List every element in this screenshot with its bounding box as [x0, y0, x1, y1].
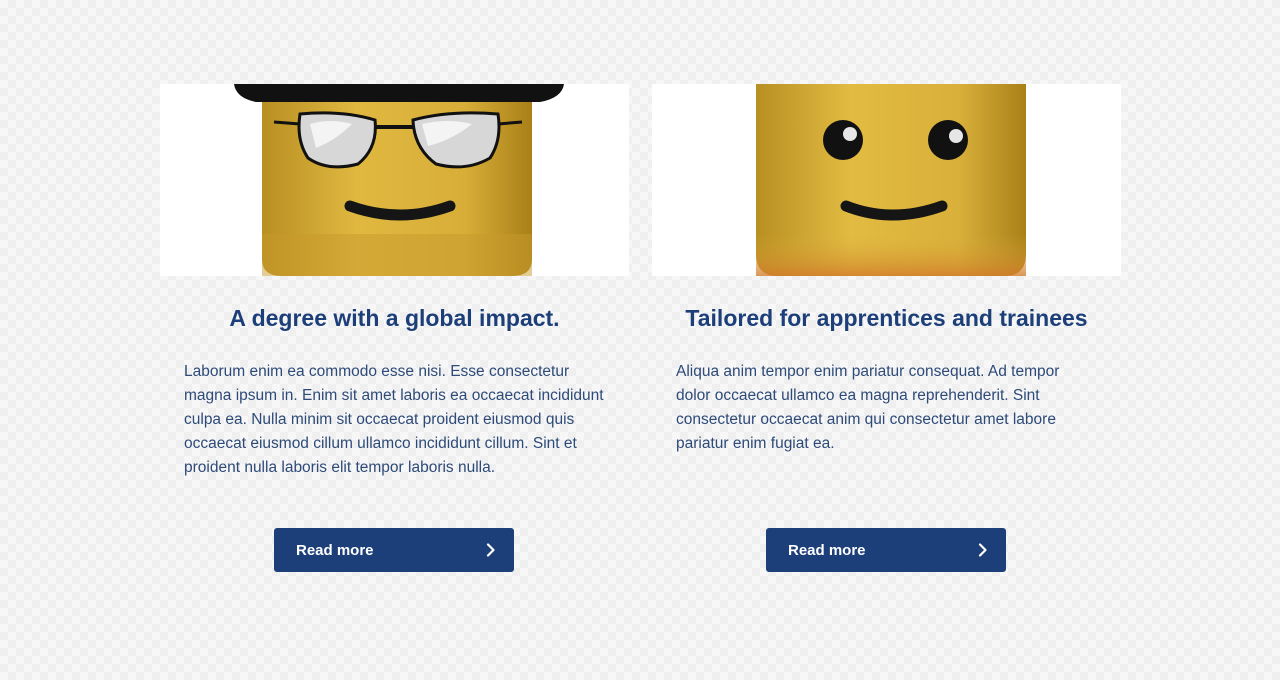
chevron-right-icon: [978, 543, 988, 557]
card-title: A degree with a global impact.: [229, 305, 560, 331]
card-image: [652, 84, 1121, 276]
feature-card: Tailored for apprentices and trainees Al…: [652, 84, 1121, 584]
card-description: Laborum enim ea commodo esse nisi. Esse …: [184, 363, 604, 476]
feature-card: A degree with a global impact. Laborum e…: [160, 84, 629, 584]
read-more-button[interactable]: Read more: [766, 528, 1006, 572]
chevron-right-icon: [486, 543, 496, 557]
read-more-label: Read more: [296, 541, 374, 559]
card-description: Aliqua anim tempor enim pariatur consequ…: [676, 363, 1060, 452]
card-title: Tailored for apprentices and trainees: [685, 305, 1088, 331]
read-more-button[interactable]: Read more: [274, 528, 514, 572]
card-image: [160, 84, 629, 276]
lego-head-sunglasses-icon: [234, 84, 564, 276]
lego-head-smiley-icon: [756, 84, 1026, 276]
read-more-label: Read more: [788, 541, 866, 559]
